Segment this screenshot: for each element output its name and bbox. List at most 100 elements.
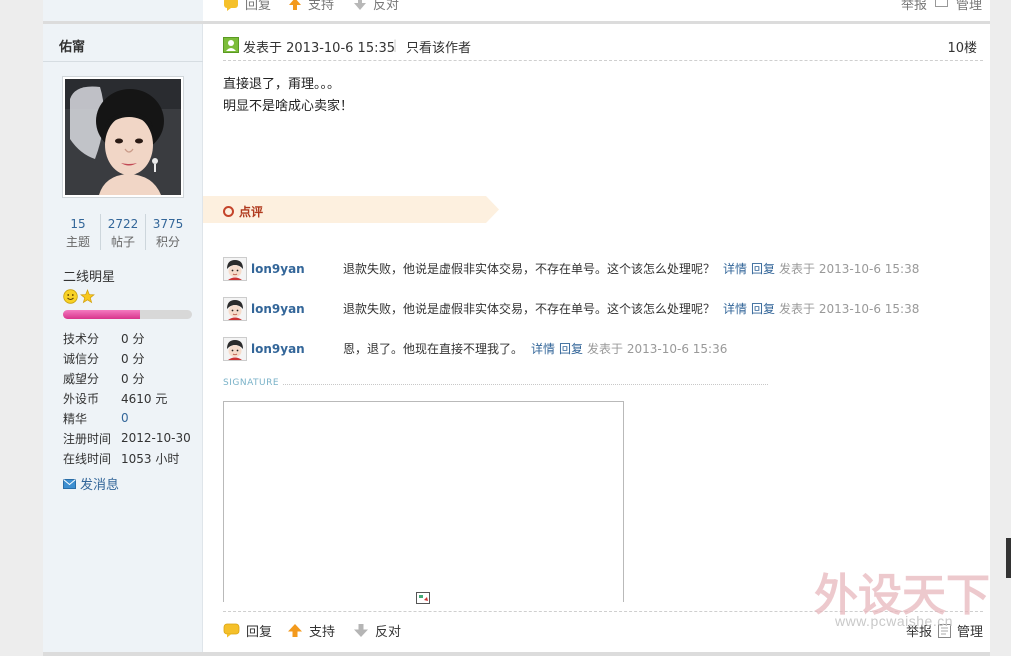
send-message-label: 发消息 [80, 478, 120, 493]
top-oppose-button[interactable]: 反对 [353, 0, 399, 13]
rank-progress-bar [63, 310, 192, 319]
comment-item: lon9yan 退款失败，他说是虚假非实体交易，不存在单号。这个该怎么处理呢？ 详… [223, 257, 983, 283]
comment-reply-link[interactable]: 回复 [559, 342, 583, 356]
commenter-avatar[interactable] [223, 297, 247, 321]
divider [43, 61, 203, 62]
profile-row: 技术分 0 分 [63, 328, 198, 348]
avatar[interactable] [62, 76, 184, 198]
avatar-portrait-image [65, 79, 181, 195]
comment-text: 退款失败，他说是虚假非实体交易，不存在单号。这个该怎么处理呢？ [343, 302, 716, 316]
comment-reply-link[interactable]: 回复 [751, 302, 775, 316]
profile-row: 外设币 4610 元 [63, 388, 198, 408]
rank-icons [63, 289, 95, 304]
top-report-link[interactable]: 举报 [901, 0, 927, 13]
window-edge [1006, 538, 1011, 578]
rate-label: 点评 [239, 205, 264, 219]
author-username[interactable]: 佑甯 [59, 36, 85, 55]
top-reply-button[interactable]: 回复 [223, 0, 271, 13]
comment-detail-link[interactable]: 详情 [723, 302, 747, 316]
commenter-name[interactable]: lon9yan [251, 302, 305, 316]
comment-body: 退款失败，他说是虚假非实体交易，不存在单号。这个该怎么处理呢？ 详情 回复 发表于 2… [343, 260, 919, 277]
default-user-face-icon [224, 258, 246, 280]
previous-post-user-panel [43, 0, 203, 21]
page-bottom-border [43, 652, 990, 656]
profile-key: 精华 [63, 411, 88, 426]
comment-text: 恩，退了。他现在直接不理我了。 [343, 342, 524, 356]
stat-posts-value: 2722 [107, 217, 139, 231]
signature-divider: SIGNATURE [223, 378, 768, 390]
comment-body: 恩，退了。他现在直接不理我了。 详情 回复 发表于 2013-10-6 15:36 [343, 340, 727, 357]
comment-time: 发表于 2013-10-6 15:38 [779, 302, 920, 316]
comment-text: 退款失败，他说是虚假非实体交易，不存在单号。这个该怎么处理呢？ [343, 262, 716, 276]
commenter-name[interactable]: lon9yan [251, 342, 305, 356]
support-button[interactable]: 支持 [287, 621, 335, 640]
previous-post-action-bar: 回复 支持 反对 举报 管理 [43, 0, 990, 24]
comment-reply-link[interactable]: 回复 [751, 262, 775, 276]
comment-time: 发表于 2013-10-6 15:36 [587, 342, 728, 356]
profile-value: 2012-10-30 [121, 431, 191, 445]
post-content-line: 直接退了，甭理。。。 [223, 77, 341, 92]
signature-label: SIGNATURE [223, 378, 284, 388]
only-author-link[interactable]: 只看该作者 [406, 37, 471, 56]
commenter-name[interactable]: lon9yan [251, 262, 305, 276]
divider [223, 611, 983, 612]
profile-row: 诚信分 0 分 [63, 348, 198, 368]
profile-key: 在线时间 [63, 451, 112, 466]
profile-key: 外设币 [63, 391, 100, 406]
profile-value-digest-link[interactable]: 0 [121, 411, 129, 425]
support-label: 支持 [309, 625, 336, 640]
forum-post: 发表于 2013-10-6 15:35 | 只看该作者 10楼 直接退了，甭理。… [203, 24, 990, 652]
profile-value: 1053 小时 [121, 451, 180, 466]
stat-posts-label: 帖子 [110, 235, 135, 249]
star-icon [80, 289, 95, 304]
profile-value: 0 分 [121, 331, 145, 346]
user-info-panel: 佑甯 15 主题 2722 帖子 3775 积分 二线明星 技术分 0 分 诚信… [43, 24, 203, 652]
commenter-avatar[interactable] [223, 257, 247, 281]
reply-button[interactable]: 回复 [223, 621, 272, 640]
stat-posts[interactable]: 2722 帖子 [101, 214, 146, 250]
manage-link[interactable]: 管理 [957, 621, 983, 640]
top-oppose-label: 反对 [373, 0, 400, 13]
profile-row: 精华 0 [63, 408, 198, 428]
signature-dotted-line [223, 384, 768, 385]
rate-circle-icon [223, 206, 234, 217]
top-manage-link[interactable]: 管理 [956, 0, 982, 13]
post-header: 发表于 2013-10-6 15:35 | 只看该作者 10楼 [223, 35, 983, 61]
oppose-button[interactable]: 反对 [353, 621, 401, 640]
page-background-left [0, 0, 44, 656]
floor-number[interactable]: 10楼 [947, 37, 977, 56]
broken-image-icon [416, 592, 430, 604]
user-stats: 15 主题 2722 帖子 3775 积分 [56, 214, 190, 250]
oppose-arrow-down-icon [354, 624, 368, 637]
profile-value: 0 分 [121, 371, 145, 386]
top-support-button[interactable]: 支持 [288, 0, 334, 13]
comment-body: 退款失败，他说是虚假非实体交易，不存在单号。这个该怎么处理呢？ 详情 回复 发表于 2… [343, 300, 919, 317]
comment-detail-link[interactable]: 详情 [723, 262, 747, 276]
profile-key: 技术分 [63, 331, 100, 346]
thumb-down-arrow-icon [354, 0, 366, 10]
reply-label: 回复 [246, 625, 273, 640]
profile-key: 诚信分 [63, 351, 100, 366]
thumb-up-arrow-icon [289, 0, 301, 10]
stat-topics[interactable]: 15 主题 [56, 214, 101, 250]
envelope-icon [63, 478, 76, 489]
comment-item: lon9yan 恩，退了。他现在直接不理我了。 详情 回复 发表于 2013-10-6… [223, 337, 983, 363]
commenter-avatar[interactable] [223, 337, 247, 361]
rank-progress-fill [63, 310, 141, 319]
oppose-label: 反对 [375, 625, 402, 640]
post-timestamp: 发表于 2013-10-6 15:35 [243, 41, 396, 56]
reply-bubble-icon [223, 623, 240, 638]
comment-detail-link[interactable]: 详情 [531, 342, 555, 356]
default-user-face-icon [224, 338, 246, 360]
profile-key: 威望分 [63, 371, 100, 386]
checkbox-icon[interactable] [934, 0, 948, 7]
watermark-url: www.pcwaishe.cn [835, 613, 953, 629]
top-support-label: 支持 [308, 0, 335, 13]
top-reply-label: 回复 [245, 0, 272, 13]
separator: | [393, 38, 398, 52]
stat-topics-label: 主题 [65, 235, 90, 249]
stat-points-value: 3775 [152, 217, 184, 231]
stat-points[interactable]: 3775 积分 [146, 214, 190, 250]
send-message-link[interactable]: 发消息 [63, 474, 119, 493]
profile-row: 在线时间 1053 小时 [63, 448, 198, 468]
